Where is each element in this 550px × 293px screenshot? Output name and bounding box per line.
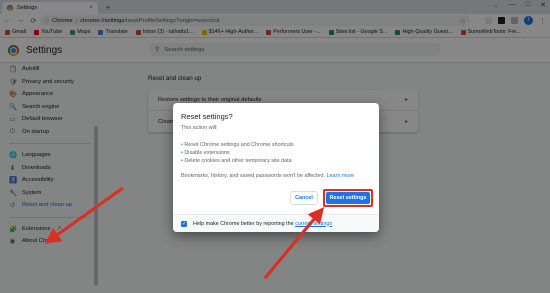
dialog-action-list: • Reset Chrome settings and Chrome short…: [181, 141, 294, 166]
list-item: • Reset Chrome settings and Chrome short…: [181, 142, 294, 148]
list-item: • Disable extensions: [181, 150, 230, 157]
list-item: • Delete cookies and other temporary sit…: [181, 158, 292, 165]
dialog-note: Bookmarks, history, and saved passwords …: [181, 173, 355, 179]
reset-settings-dialog: Reset settings? This action will: • Rese…: [173, 103, 379, 232]
reset-button-highlight: Reset settings: [323, 189, 373, 207]
report-checkbox[interactable]: ✓: [181, 220, 187, 227]
cancel-button[interactable]: Cancel: [290, 191, 318, 205]
current-settings-link[interactable]: current settings: [295, 221, 332, 227]
dialog-footer: ✓ Help make Chrome better by reporting t…: [173, 214, 379, 232]
dialog-subtitle: This action will:: [181, 125, 218, 131]
footer-text: Help make Chrome better by reporting the…: [193, 220, 333, 227]
dialog-title: Reset settings?: [181, 112, 233, 121]
learn-more-link[interactable]: Learn more: [327, 173, 355, 179]
reset-settings-button[interactable]: Reset settings: [326, 192, 370, 204]
